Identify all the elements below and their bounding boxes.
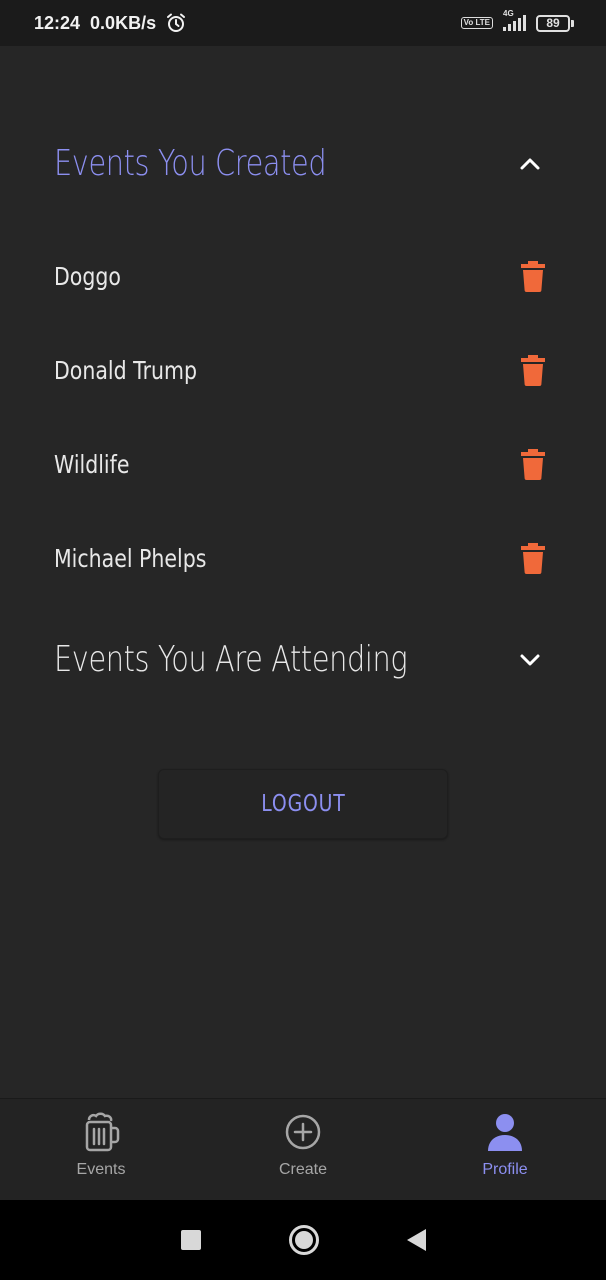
logout-button[interactable]: LOGOUT [158, 769, 448, 839]
delete-icon[interactable] [520, 354, 546, 386]
alarm-icon [167, 13, 186, 32]
delete-icon[interactable] [520, 260, 546, 292]
person-icon [488, 1114, 522, 1151]
recents-icon[interactable] [180, 1230, 201, 1250]
event-name: Wildlife [54, 449, 130, 479]
nav-create[interactable]: Create [202, 1099, 404, 1200]
nav-label: Profile [482, 1161, 528, 1178]
network-type: 4G [503, 9, 514, 18]
status-speed: 0.0KB/s [90, 12, 157, 33]
nav-profile[interactable]: Profile [404, 1099, 606, 1200]
battery-icon: 89 [536, 14, 574, 32]
attending-section-title: Events You Are Attending [54, 639, 408, 680]
nav-label: Events [76, 1161, 126, 1178]
nav-label: Create [278, 1161, 328, 1178]
delete-icon[interactable] [520, 542, 546, 574]
battery-level: 89 [536, 14, 570, 32]
signal-icon: 4G [503, 9, 526, 31]
event-row[interactable]: Wildlife [54, 444, 546, 484]
status-bar: 12:24 0.0KB/s Vo LTE 4G 89 [0, 0, 606, 46]
logout-label: LOGOUT [260, 791, 346, 817]
event-row[interactable]: Doggo [54, 256, 546, 296]
event-name: Michael Phelps [54, 543, 207, 573]
back-icon[interactable] [406, 1229, 426, 1251]
chevron-up-icon[interactable] [516, 150, 544, 178]
chevron-down-icon[interactable] [516, 646, 544, 674]
home-icon[interactable] [288, 1225, 319, 1255]
volte-icon: Vo LTE [460, 17, 493, 29]
status-time: 12:24 [34, 12, 81, 33]
beer-mug-icon [85, 1112, 120, 1152]
event-name: Donald Trump [54, 355, 198, 385]
created-section-header[interactable]: Events You Created [54, 143, 554, 184]
status-left: 12:24 0.0KB/s [34, 13, 186, 34]
status-right: Vo LTE 4G 89 [460, 9, 574, 32]
nav-events[interactable]: Events [0, 1099, 202, 1200]
event-row[interactable]: Donald Trump [54, 350, 546, 390]
bottom-nav: Events Create Profile [0, 1098, 606, 1200]
attending-section-header[interactable]: Events You Are Attending [54, 639, 554, 680]
created-section-title: Events You Created [54, 143, 327, 184]
system-nav-bar [0, 1200, 606, 1280]
event-row[interactable]: Michael Phelps [54, 538, 546, 578]
add-circle-icon [285, 1114, 321, 1150]
delete-icon[interactable] [520, 448, 546, 480]
profile-screen: Events You Created Doggo Donald Trump Wi… [0, 46, 606, 1098]
event-name: Doggo [54, 261, 121, 291]
